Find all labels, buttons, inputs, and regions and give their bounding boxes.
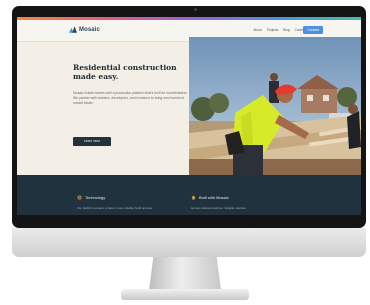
monitor-chin bbox=[12, 228, 366, 257]
feature-technology[interactable]: Technology bbox=[77, 195, 105, 200]
monitor-stand-neck bbox=[149, 257, 221, 290]
logo-icon[interactable] bbox=[69, 26, 77, 33]
hero-construction-photo bbox=[189, 37, 361, 175]
hero-title: Residential construction made easy. bbox=[73, 63, 177, 81]
learn-more-button[interactable]: Learn more bbox=[73, 137, 111, 146]
main-nav: About Projects Blog Careers bbox=[253, 28, 306, 33]
feature-title: Technology bbox=[85, 195, 106, 200]
hero-description: Mosaic builds homes with a production pl… bbox=[73, 91, 188, 106]
house-icon bbox=[191, 195, 196, 200]
feature-description: Our platform powers a faster, more relia… bbox=[77, 206, 153, 210]
logo-text[interactable]: Mosaic bbox=[79, 26, 100, 34]
hero-panel bbox=[17, 42, 189, 175]
gear-icon bbox=[77, 195, 82, 200]
monitor-stand-base bbox=[121, 289, 249, 300]
nav-link-about[interactable]: About bbox=[253, 28, 261, 33]
feature-built-with-mosaic[interactable]: Built with Mosaic bbox=[191, 195, 229, 200]
camera-icon bbox=[194, 8, 197, 11]
monitor-screen: Mosaic About Projects Blog Careers Conta… bbox=[17, 17, 361, 215]
feature-title: Built with Mosaic bbox=[199, 195, 229, 200]
nav-link-projects[interactable]: Projects bbox=[267, 28, 279, 33]
contact-button[interactable]: Contact bbox=[303, 26, 323, 34]
features-band bbox=[17, 175, 361, 215]
feature-description: Homes delivered across multiple markets bbox=[191, 206, 246, 210]
nav-link-blog[interactable]: Blog bbox=[283, 28, 289, 33]
